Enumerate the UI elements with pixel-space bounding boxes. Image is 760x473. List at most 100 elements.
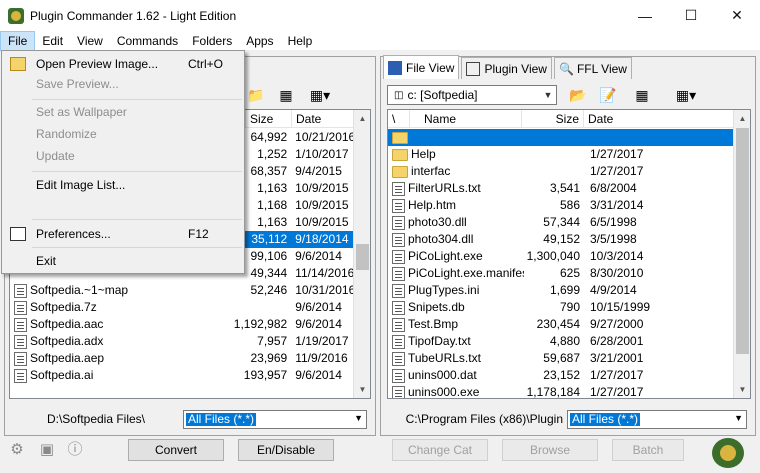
menu-open-preview-image[interactable]: Open Preview Image... Ctrl+O bbox=[2, 53, 244, 75]
left-filter-select[interactable]: All Files (*.*) ▼ bbox=[183, 409, 367, 429]
row-size: 586 bbox=[559, 198, 580, 212]
chevron-down-icon: ▼ bbox=[543, 90, 553, 100]
right-col-attr[interactable]: \ bbox=[388, 110, 410, 128]
table-row[interactable]: Softpedia.aac 1,192,982 9/6/2014 bbox=[10, 316, 355, 333]
table-row[interactable]: Help.htm 586 3/31/2014 bbox=[388, 197, 735, 214]
file-menu-dropdown: Open Preview Image... Ctrl+O Save Previe… bbox=[1, 50, 245, 274]
row-date: 3/31/2014 bbox=[590, 198, 644, 212]
table-row[interactable]: Softpedia.ai 193,957 9/6/2014 bbox=[10, 367, 355, 384]
table-row[interactable]: PiCoLight.exe.manifest 625 8/30/2010 bbox=[388, 265, 735, 282]
row-date: 9/4/2015 bbox=[295, 164, 342, 178]
left-col-size[interactable]: Size bbox=[246, 110, 292, 128]
tab-ffl-view[interactable]: 🔍 FFL View bbox=[553, 57, 632, 79]
menu-help[interactable]: Help bbox=[281, 31, 320, 51]
left-col-date[interactable]: Date bbox=[292, 110, 356, 128]
table-row[interactable]: Softpedia.7z 9/6/2014 bbox=[10, 299, 355, 316]
table-row[interactable]: interfac 1/27/2017 bbox=[388, 163, 735, 180]
details-view-icon[interactable]: ▦ bbox=[627, 84, 657, 106]
row-date: 1/27/2017 bbox=[590, 368, 644, 382]
table-row[interactable]: FilterURLs.txt 3,541 6/8/2004 bbox=[388, 180, 735, 197]
left-folder-icon[interactable]: 📁 bbox=[241, 84, 271, 106]
table-row[interactable] bbox=[388, 129, 735, 146]
table-row[interactable]: unins000.dat 23,152 1/27/2017 bbox=[388, 367, 735, 384]
table-row[interactable]: Softpedia.~1~map 52,246 10/31/2016 bbox=[10, 282, 355, 299]
table-row[interactable]: TubeURLs.txt 59,687 3/21/2001 bbox=[388, 350, 735, 367]
table-row[interactable]: PlugTypes.ini 1,699 4/9/2014 bbox=[388, 282, 735, 299]
table-row[interactable]: unins000.exe 1,178,184 1/27/2017 bbox=[388, 384, 735, 398]
right-col-size[interactable]: Size bbox=[522, 110, 584, 128]
table-row[interactable]: Snipets.db 790 10/15/1999 bbox=[388, 299, 735, 316]
view-mode-icon[interactable]: ▦▾ bbox=[667, 84, 705, 106]
convert-button[interactable]: Convert bbox=[128, 439, 224, 461]
right-file-list[interactable]: \ Name Size Date Help 1/27/2017 interfac 1/… bbox=[387, 109, 751, 399]
row-size: 99,106 bbox=[250, 249, 288, 263]
table-row[interactable]: photo30.dll 57,344 6/5/1998 bbox=[388, 214, 735, 231]
batch-button[interactable]: Batch bbox=[612, 439, 684, 461]
info-status-icon: ⓘ bbox=[67, 441, 83, 458]
table-row[interactable]: Softpedia.adx 7,957 1/19/2017 bbox=[10, 333, 355, 350]
change-cat-button[interactable]: Change Cat bbox=[392, 439, 488, 461]
left-view-mode-icon[interactable]: ▦▾ bbox=[301, 84, 339, 106]
file-icon bbox=[14, 334, 27, 349]
row-date: 10/21/2016 bbox=[295, 130, 355, 144]
row-size: 52,246 bbox=[250, 283, 288, 297]
table-row[interactable]: PiCoLight.exe 1,300,040 10/3/2014 bbox=[388, 248, 735, 265]
row-name: FilterURLs.txt bbox=[408, 181, 481, 195]
drive-select[interactable]: ◫ c: [Softpedia] ▼ bbox=[387, 85, 557, 105]
tab-file-view[interactable]: File View bbox=[383, 55, 460, 79]
tab-plugin-view[interactable]: Plugin View bbox=[461, 57, 552, 79]
table-row[interactable]: photo304.dll 49,152 3/5/1998 bbox=[388, 231, 735, 248]
row-size: 68,357 bbox=[250, 164, 288, 178]
en-disable-button[interactable]: En/Disable bbox=[238, 439, 334, 461]
row-size: 57,344 bbox=[543, 215, 580, 229]
menu-commands[interactable]: Commands bbox=[110, 31, 185, 51]
menu-exit[interactable]: Exit bbox=[2, 250, 244, 272]
right-pane: File View Plugin View 🔍 FFL View ◫ c: [S… bbox=[380, 55, 756, 436]
file-icon bbox=[14, 368, 27, 383]
minimize-button[interactable]: — bbox=[622, 0, 668, 31]
left-details-view-icon[interactable]: ▦ bbox=[271, 84, 301, 106]
row-date bbox=[584, 129, 735, 146]
right-col-date[interactable]: Date bbox=[584, 110, 735, 128]
menu-edit[interactable]: Edit bbox=[35, 31, 70, 51]
close-button[interactable]: ✕ bbox=[714, 0, 760, 31]
menu-file[interactable]: File bbox=[0, 30, 36, 51]
row-name: PlugTypes.ini bbox=[408, 283, 480, 297]
row-size: 59,687 bbox=[543, 351, 580, 365]
menu-edit-image-list[interactable]: Edit Image List... bbox=[2, 174, 244, 196]
table-row[interactable]: Help 1/27/2017 bbox=[388, 146, 735, 163]
table-row[interactable]: Softpedia.aep 23,969 11/9/2016 bbox=[10, 350, 355, 367]
menu-folders[interactable]: Folders bbox=[185, 31, 239, 51]
open-folder-icon bbox=[10, 57, 26, 71]
row-date: 1/10/2017 bbox=[295, 147, 349, 161]
left-path: D:\Softpedia Files\ bbox=[46, 412, 146, 426]
right-col-name[interactable]: Name bbox=[410, 110, 522, 128]
table-row[interactable]: TipofDay.txt 4,880 6/28/2001 bbox=[388, 333, 735, 350]
edit-folder-icon[interactable]: 📝 bbox=[593, 84, 623, 106]
up-folder-icon[interactable]: 📂 bbox=[563, 84, 593, 106]
menu-view[interactable]: View bbox=[70, 31, 110, 51]
menu-apps[interactable]: Apps bbox=[239, 31, 280, 51]
right-scrollbar[interactable]: ▲ ▼ bbox=[733, 110, 750, 398]
row-size: 790 bbox=[559, 300, 580, 314]
row-size: 1,192,982 bbox=[233, 317, 288, 331]
chevron-down-icon: ▼ bbox=[734, 412, 743, 423]
file-icon bbox=[392, 283, 405, 298]
menu-set-as-wallpaper[interactable]: Set as Wallpaper bbox=[2, 101, 244, 123]
row-date: 9/6/2014 bbox=[295, 249, 342, 263]
left-scrollbar[interactable]: ▲ ▼ bbox=[353, 110, 370, 398]
menu-save-preview[interactable]: Save Preview... bbox=[2, 73, 244, 95]
row-name: Softpedia.7z bbox=[30, 300, 97, 314]
maximize-button[interactable]: ☐ bbox=[668, 0, 714, 31]
row-date: 11/9/2016 bbox=[295, 351, 348, 365]
menu-randomize[interactable]: Randomize bbox=[2, 123, 244, 145]
row-size: 193,957 bbox=[243, 368, 288, 382]
right-filter-select[interactable]: All Files (*.*) ▼ bbox=[567, 409, 747, 429]
browse-button[interactable]: Browse bbox=[502, 439, 598, 461]
menu-bar: File Edit View Commands Folders Apps Hel… bbox=[0, 30, 760, 51]
menu-separator bbox=[32, 219, 242, 220]
menu-update[interactable]: Update bbox=[2, 145, 244, 167]
menu-preferences[interactable]: Preferences... F12 bbox=[2, 223, 244, 245]
table-row[interactable]: Test.Bmp 230,454 9/27/2000 bbox=[388, 316, 735, 333]
chevron-down-icon: ▼ bbox=[354, 412, 363, 423]
